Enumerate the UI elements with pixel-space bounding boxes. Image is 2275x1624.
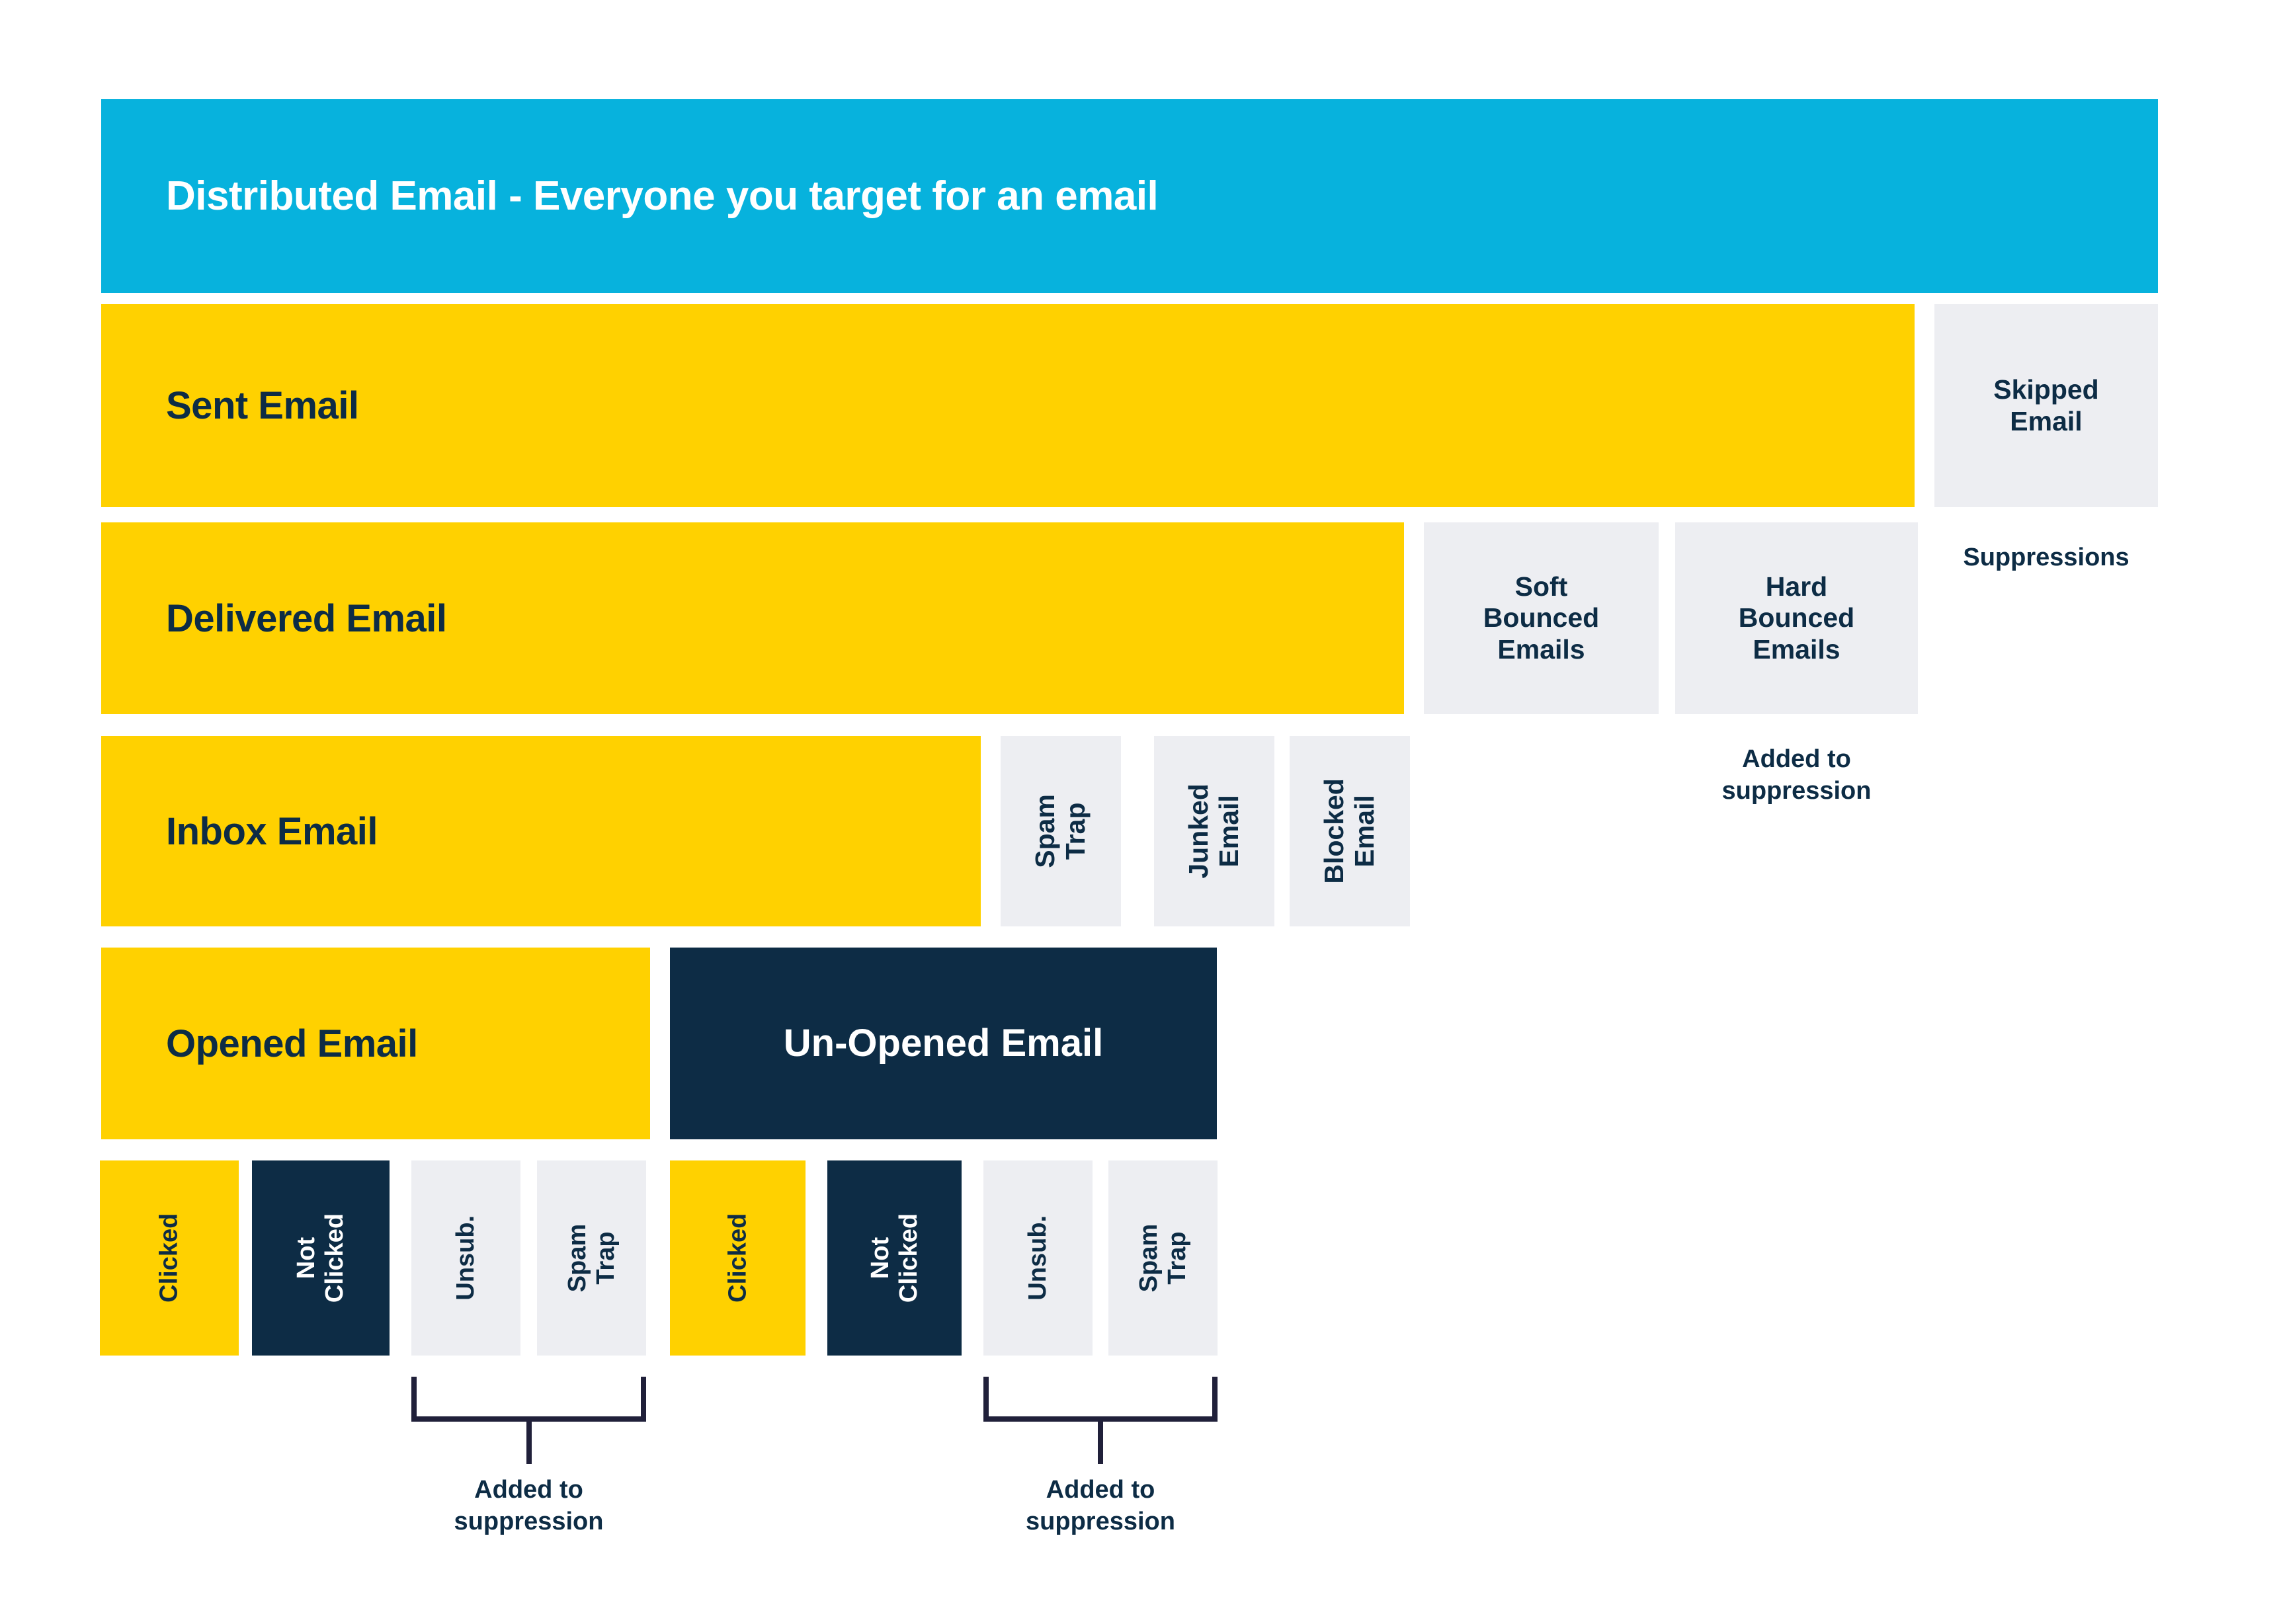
skipped-line-1: Skipped [1993, 374, 2099, 405]
opened-spam-line-1: Spam [563, 1223, 591, 1293]
soft-line-2: Bounced [1483, 602, 1600, 633]
hard-line-3: Emails [1753, 633, 1841, 665]
unopened-spam-line-2: Trap [1163, 1231, 1191, 1285]
skipped-line-2: Email [2010, 405, 2083, 436]
hard-line-2: Bounced [1738, 602, 1855, 633]
bracket-opened-suppression [411, 1377, 646, 1466]
bar-inbox-email-label: Inbox Email [166, 809, 378, 853]
hard-caption-line-2: suppression [1721, 776, 1872, 805]
bar-opened-clicked-label: Clicked [155, 1213, 183, 1303]
soft-line-1: Soft [1514, 571, 1568, 602]
bar-unopened-not-clicked: Not Clicked [827, 1160, 962, 1356]
junked-line-2: Email [1213, 795, 1244, 868]
caption-suppressions: Suppressions [1963, 544, 2130, 571]
bar-opened-spam-trap: Spam Trap [537, 1160, 646, 1356]
bar-opened-unsub: Unsub. [411, 1160, 520, 1356]
bar-unopened-unsub: Unsub. [983, 1160, 1093, 1356]
bar-opened-not-clicked: Not Clicked [252, 1160, 390, 1356]
inbox-spam-line-1: Spam [1030, 794, 1061, 868]
bar-junked-email: Junked Email [1154, 736, 1274, 926]
unopened-notclicked-line-1: Not [866, 1237, 894, 1279]
header-banner: Distributed Email - Everyone you target … [101, 99, 2158, 293]
bar-unopened-spam-trap: Spam Trap [1108, 1160, 1218, 1356]
bar-unopened-email: Un-Opened Email [670, 948, 1217, 1139]
bar-opened-email-label: Opened Email [166, 1022, 418, 1065]
blocked-line-1: Blocked [1319, 778, 1350, 884]
bar-soft-bounced-emails: Soft Bounced Emails [1424, 522, 1659, 714]
bar-skipped-email: Skipped Email [1934, 304, 2158, 507]
caption-hard-bounce-suppression: Added to suppression [1675, 744, 1918, 807]
bar-unopened-clicked-label: Clicked [724, 1213, 752, 1303]
bar-unopened-not-clicked-label: Not Clicked [866, 1213, 923, 1303]
bar-sent-email: Sent Email [101, 304, 1915, 507]
bar-opened-email: Opened Email [101, 948, 650, 1139]
hard-line-1: Hard [1765, 571, 1828, 602]
bar-unopened-unsub-label: Unsub. [1024, 1215, 1052, 1301]
bar-opened-spam-trap-label: Spam Trap [563, 1224, 620, 1292]
caption-opened-suppression: Added to suppression [411, 1475, 646, 1537]
bar-hard-bounced-emails: Hard Bounced Emails [1675, 522, 1918, 714]
bar-hard-bounced-label: Hard Bounced Emails [1739, 571, 1854, 666]
opened-caption-line-2: suppression [454, 1507, 604, 1535]
bar-sent-email-label: Sent Email [166, 384, 359, 427]
opened-notclicked-line-2: Clicked [320, 1213, 349, 1303]
bar-soft-bounced-label: Soft Bounced Emails [1483, 571, 1599, 666]
header-title: Distributed Email - Everyone you target … [166, 173, 1159, 219]
bar-unopened-email-label: Un-Opened Email [783, 1022, 1104, 1065]
bar-unopened-spam-trap-label: Spam Trap [1135, 1224, 1191, 1292]
bar-delivered-email: Delivered Email [101, 522, 1404, 714]
hard-caption-line-1: Added to [1742, 745, 1851, 773]
bar-unopened-clicked: Clicked [670, 1160, 806, 1356]
bar-delivered-email-label: Delivered Email [166, 596, 447, 640]
opened-caption-line-1: Added to [474, 1476, 583, 1504]
inbox-spam-line-2: Trap [1060, 802, 1091, 860]
unopened-caption-line-1: Added to [1046, 1476, 1155, 1504]
bar-junked-email-label: Junked Email [1183, 784, 1245, 879]
junked-line-1: Junked [1183, 784, 1214, 879]
unopened-caption-line-2: suppression [1026, 1507, 1175, 1535]
bar-inbox-spam-trap: Spam Trap [1001, 736, 1121, 926]
bar-inbox-spam-trap-label: Spam Trap [1030, 794, 1091, 868]
unopened-notclicked-line-2: Clicked [894, 1213, 923, 1303]
opened-notclicked-line-1: Not [292, 1237, 321, 1279]
opened-spam-line-2: Trap [591, 1231, 620, 1285]
caption-unopened-suppression: Added to suppression [983, 1475, 1218, 1537]
soft-line-3: Emails [1497, 633, 1585, 665]
bar-blocked-email: Blocked Email [1290, 736, 1410, 926]
funnel-diagram: Distributed Email - Everyone you target … [0, 0, 2275, 1624]
bar-inbox-email: Inbox Email [101, 736, 981, 926]
bar-skipped-email-label: Skipped Email [1993, 374, 2098, 437]
blocked-line-2: Email [1349, 795, 1380, 868]
bar-opened-not-clicked-label: Not Clicked [292, 1213, 349, 1303]
unopened-spam-line-1: Spam [1134, 1223, 1163, 1293]
bar-opened-unsub-label: Unsub. [452, 1215, 480, 1301]
bracket-unopened-suppression [983, 1377, 1218, 1466]
bar-blocked-email-label: Blocked Email [1319, 778, 1380, 884]
bar-opened-clicked: Clicked [100, 1160, 239, 1356]
